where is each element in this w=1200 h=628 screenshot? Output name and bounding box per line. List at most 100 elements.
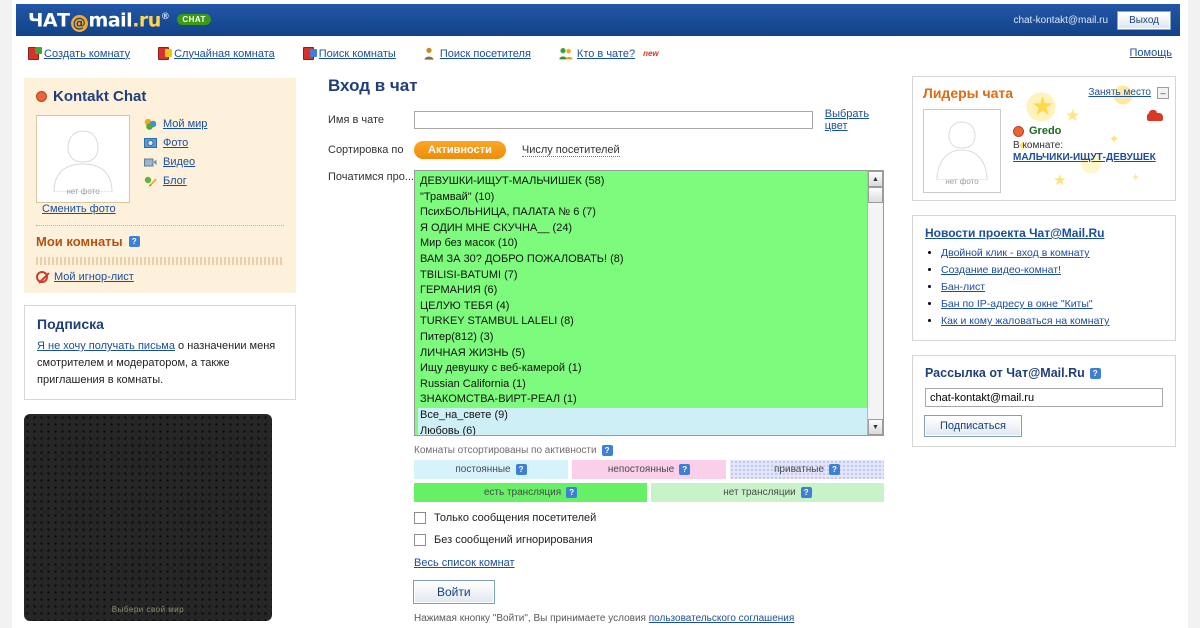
mailing-help-icon[interactable]: ? — [1089, 367, 1101, 379]
legend-private: приватные ? — [730, 460, 884, 479]
news-list-item[interactable]: Бан-лист — [941, 279, 1163, 296]
site-logo[interactable]: ЧАТ @ mail.ru® CHAT — [28, 8, 211, 32]
nav-label-random-room[interactable]: Случайная комната — [174, 48, 275, 60]
video-icon — [144, 156, 157, 168]
scrollbar-thumb[interactable] — [868, 187, 883, 203]
news-list-item[interactable]: Как и кому жаловаться на комнату — [941, 313, 1163, 330]
profile-label-my-world[interactable]: Мой мир — [163, 118, 207, 130]
nav-item-random-room[interactable]: Случайная комната — [158, 47, 275, 60]
nav-label-create-room[interactable]: Создать комнату — [44, 48, 130, 60]
room-list-item[interactable]: TBILISI-BATUMI (7) — [418, 267, 867, 284]
no-ignore-messages-checkbox[interactable] — [414, 534, 426, 546]
news-item-link[interactable]: Двойной клик - вход в комнату — [941, 247, 1090, 259]
visitors-only-label: Только сообщения посетителей — [434, 512, 597, 524]
collapse-panel-icon[interactable]: – — [1157, 87, 1169, 99]
room-list-item[interactable]: ПсихБОЛЬНИЦА, ПАЛАТА № 6 (7) — [418, 205, 867, 221]
help-link[interactable]: Помощь — [1130, 47, 1173, 59]
leaders-title: Лидеры чата — [923, 85, 1014, 101]
profile-link-blog[interactable]: Блог — [144, 175, 207, 187]
profile-panel: Kontakt Chat нет фото Мой мир Фото Видео… — [24, 78, 296, 293]
take-seat-link[interactable]: Занять место — [1088, 87, 1151, 98]
star-icon-5: ★ — [1053, 172, 1067, 189]
room-list-item[interactable]: Питер(812) (3) — [418, 329, 867, 346]
news-title-link[interactable]: Новости проекта Чат@Mail.Ru — [925, 226, 1104, 240]
profile-link-my-world[interactable]: Мой мир — [144, 118, 207, 130]
news-item-link[interactable]: Создание видео-комнат! — [941, 264, 1061, 276]
room-list-item[interactable]: Мир без масок (10) — [418, 236, 867, 252]
my-rooms-heading: Мои комнаты ? — [36, 234, 284, 249]
room-list-item[interactable]: ЛИЧНАЯ ЖИЗНЬ (5) — [418, 345, 867, 362]
legend-private-help-icon[interactable]: ? — [828, 464, 840, 475]
legend-nonpermanent: непостоянные ? — [572, 460, 726, 479]
checkbox-row-no-ignore[interactable]: Без сообщений игнорирования — [414, 534, 884, 546]
room-list-item[interactable]: ЦЕЛУЮ ТЕБЯ (4) — [418, 298, 867, 315]
news-list-item[interactable]: Создание видео-комнат! — [941, 262, 1163, 279]
room-list-item[interactable]: ГЕРМАНИЯ (6) — [418, 283, 867, 299]
chat-name-input[interactable] — [414, 111, 813, 129]
news-list-item[interactable]: Бан по IP-адресу в окне "Киты" — [941, 296, 1163, 313]
profile-label-photo[interactable]: Фото — [163, 137, 188, 149]
news-item-link[interactable]: Как и кому жаловаться на комнату — [941, 315, 1109, 327]
news-list-item[interactable]: Двойной клик - вход в комнату — [941, 245, 1163, 262]
nav-item-search-room[interactable]: Поиск комнаты — [302, 47, 396, 60]
sort-by-visitors-button[interactable]: Числу посетителей — [521, 144, 620, 157]
rooms-scrollbar[interactable]: ▲ ▼ — [867, 171, 883, 435]
enter-chat-button[interactable]: Войти — [413, 580, 495, 604]
legend-has-stream-help-icon[interactable]: ? — [566, 487, 578, 498]
logout-button[interactable]: Выход — [1117, 10, 1171, 30]
ignore-list-row[interactable]: Мой игнор-лист — [36, 271, 284, 283]
news-item-link[interactable]: Бан-лист — [941, 281, 985, 293]
leader-avatar[interactable]: нет фото — [923, 109, 1001, 193]
sort-by-activity-button[interactable]: Активности — [414, 141, 506, 159]
room-list-item[interactable]: ДЕВУШКИ-ИЩУТ-МАЛЬЧИШЕК (58) — [418, 174, 867, 190]
subscription-optout-link[interactable]: Я не хочу получать письма — [37, 340, 175, 352]
sort-row: Сортировка по Активности Числу посетител… — [328, 141, 894, 159]
subscribe-button[interactable]: Подписаться — [924, 415, 1022, 437]
profile-link-photo[interactable]: Фото — [144, 137, 207, 149]
mailing-email-input[interactable] — [925, 388, 1163, 407]
room-list-item[interactable]: Я ОДИН МНЕ СКУЧНА__ (24) — [418, 220, 867, 237]
help-question-icon[interactable]: ? — [128, 236, 140, 247]
news-title[interactable]: Новости проекта Чат@Mail.Ru — [925, 226, 1163, 240]
leader-username: Gredo — [1029, 125, 1062, 137]
leader-room-link[interactable]: МАЛЬЧИКИ-ИЩУТ-ДЕВУШЕК — [1013, 152, 1156, 165]
room-list-item[interactable]: Все_на_свете (9) — [418, 407, 867, 424]
rooms-listbox[interactable]: ДЕВУШКИ-ИЩУТ-МАЛЬЧИШЕК (58) "Трамвай" (10… — [414, 170, 884, 436]
main-navigation: Создать комнату Случайная комната Поиск … — [28, 47, 659, 60]
legend-permanent-help-icon[interactable]: ? — [515, 464, 527, 475]
nav-label-who-is-in-chat[interactable]: Кто в чате? — [577, 48, 635, 60]
news-item-link[interactable]: Бан по IP-адресу в окне "Киты" — [941, 298, 1093, 310]
profile-label-blog[interactable]: Блог — [163, 175, 187, 187]
legend-nonpermanent-help-icon[interactable]: ? — [679, 464, 691, 475]
scroll-up-arrow-icon[interactable]: ▲ — [868, 171, 883, 187]
scroll-down-arrow-icon[interactable]: ▼ — [868, 419, 883, 435]
room-list-item[interactable]: ЗНАКОМСТВА-ВИРТ-РЕАЛ (1) — [418, 392, 867, 408]
room-list-item[interactable]: "Трамвай" (10) — [418, 189, 867, 206]
all-rooms-link[interactable]: Весь список комнат — [414, 557, 515, 569]
legal-note: Нажимая кнопку "Войти", Вы принимаете ус… — [414, 613, 884, 624]
change-photo-link[interactable]: Сменить фото — [42, 203, 116, 215]
room-list-item[interactable]: Ищу девушку с веб-камерой (1) — [418, 361, 867, 377]
profile-label-video[interactable]: Видео — [163, 156, 195, 168]
ignore-list-link[interactable]: Мой игнор-лист — [54, 271, 134, 283]
legend-no-stream-help-icon[interactable]: ? — [800, 487, 812, 498]
user-agreement-link[interactable]: пользовательского соглашения — [649, 613, 795, 624]
avatar[interactable]: нет фото — [36, 115, 130, 203]
visitors-only-checkbox[interactable] — [414, 512, 426, 524]
nav-label-search-visitor[interactable]: Поиск посетителя — [440, 48, 531, 60]
sorted-help-icon[interactable]: ? — [601, 445, 613, 456]
pick-color-link[interactable]: Выбрать цвет — [825, 108, 894, 132]
checkbox-row-visitors-only[interactable]: Только сообщения посетителей — [414, 512, 884, 524]
room-list-item[interactable]: Любовь (6) — [418, 423, 867, 435]
nav-label-search-room[interactable]: Поиск комнаты — [319, 48, 396, 60]
room-list-item[interactable]: Russian California (1) — [418, 376, 867, 393]
nav-item-who-is-in-chat[interactable]: Кто в чате? new — [559, 47, 659, 60]
room-list-item[interactable]: TURKEY STAMBUL LALELI (8) — [418, 314, 867, 330]
advertisement-banner[interactable]: Выбери свой мир — [24, 414, 272, 622]
profile-link-video[interactable]: Видео — [144, 156, 207, 168]
room-list-item[interactable]: ВАМ ЗА 30? ДОБРО ПОЖАЛОВАТЬ! (8) — [418, 251, 867, 268]
nav-item-create-room[interactable]: Создать комнату — [28, 47, 130, 60]
scrollbar-track[interactable] — [868, 187, 883, 419]
rooms-list[interactable]: ДЕВУШКИ-ИЩУТ-МАЛЬЧИШЕК (58) "Трамвай" (10… — [415, 171, 867, 435]
nav-item-search-visitor[interactable]: Поиск посетителя — [424, 47, 531, 60]
